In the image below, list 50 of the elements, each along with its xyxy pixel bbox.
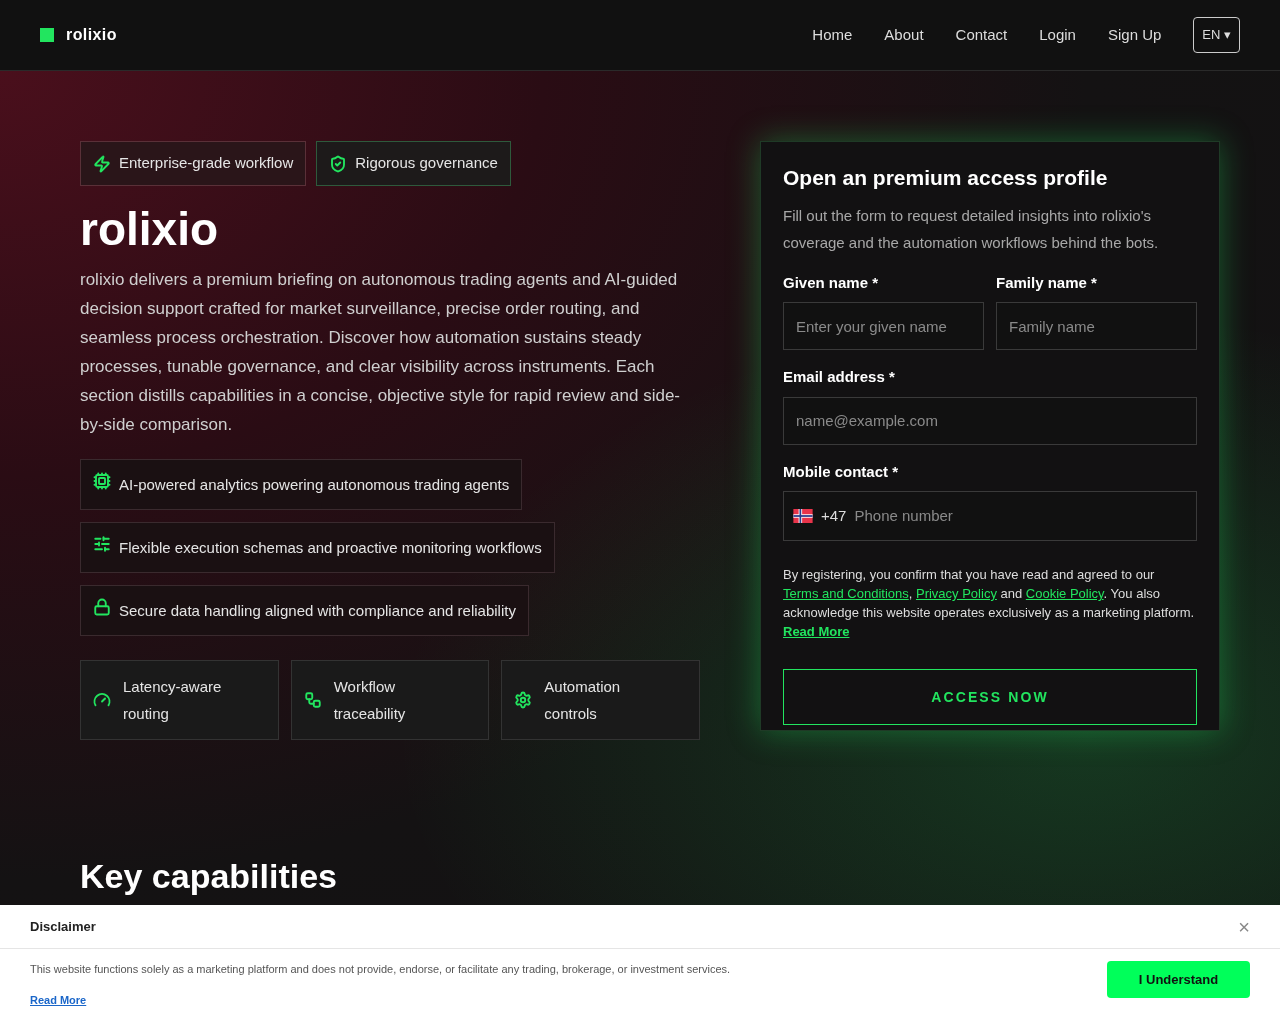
flag-icon bbox=[793, 509, 813, 523]
nav-link[interactable]: Contact bbox=[955, 23, 1008, 47]
logo-icon bbox=[40, 28, 54, 42]
disclaimer-text: This website functions solely as a marketing platform and does not provide, endorse, or facilitate any trading, brokerage, or investment services. bbox=[30, 962, 731, 977]
nav-link[interactable]: Sign Up bbox=[1107, 23, 1162, 47]
phone-field[interactable]: +47 Phone number bbox=[783, 491, 1197, 541]
input-field[interactable]: Family name bbox=[996, 302, 1197, 350]
understand-button[interactable]: I Understand bbox=[1107, 961, 1250, 998]
field-label: Email address * bbox=[783, 367, 896, 387]
sliders-icon bbox=[93, 535, 111, 554]
feature-text: Flexible execution schemas and proactive monitoring workflows bbox=[119, 538, 542, 559]
form-subtitle: Fill out the form to request detailed insights into rolixio's coverage and the automation workflows behind the bots. bbox=[783, 205, 1160, 253]
feature-text: AI-powered analytics powering autonomous trading agents bbox=[119, 475, 510, 496]
bolt-icon bbox=[93, 154, 111, 173]
policy-link[interactable]: Cookie Policy bbox=[1025, 586, 1104, 601]
policy-link[interactable]: Terms and Conditions bbox=[783, 586, 909, 601]
hero-description: rolixio delivers a premium briefing on autonomous trading agents and AI-guided decision support crafted for market surveillance, precise order routing, and seamless process orchestration. Discover how automation sustains steady processes, tunable governance, and clear visibility across instruments. Each section distills capabilities in a concise, objective style for rapid review and side-by-side comparison. bbox=[80, 269, 681, 437]
nav-link[interactable]: Login bbox=[1039, 23, 1076, 47]
lock-icon bbox=[93, 598, 111, 617]
input-field[interactable]: name@example.com bbox=[783, 396, 1197, 445]
tile-text: Workflow traceability bbox=[333, 677, 407, 725]
policy-link[interactable]: Privacy Policy bbox=[915, 586, 997, 601]
section-heading: Key capabilities bbox=[80, 856, 337, 897]
form-title: Open an premium access profile bbox=[783, 165, 1109, 191]
badge-text: Rigorous governance bbox=[355, 153, 498, 174]
tile-text: Automation controls bbox=[544, 677, 622, 725]
disclaimer-title: Disclaimer bbox=[30, 917, 96, 936]
badge-text: Enterprise-grade workflow bbox=[119, 153, 294, 174]
close-button[interactable]: × bbox=[1238, 916, 1250, 937]
phone-input[interactable]: Phone number bbox=[854, 504, 1187, 528]
field-label: Given name * bbox=[783, 272, 880, 293]
feature-text: Secure data handling aligned with compliance and reliability bbox=[119, 601, 516, 622]
read-more-link[interactable]: Read More bbox=[30, 991, 731, 1008]
shield-icon bbox=[329, 154, 348, 173]
field-label: Family name * bbox=[996, 272, 1098, 293]
field-label: Mobile contact * bbox=[783, 461, 899, 482]
chip-icon bbox=[93, 472, 111, 491]
input-field[interactable]: Enter your given name bbox=[783, 302, 984, 350]
hero-title: rolixio bbox=[80, 202, 220, 257]
language-button[interactable]: EN ▾ bbox=[1193, 17, 1240, 53]
nav-link[interactable]: About bbox=[884, 23, 924, 47]
tile-text: Latency-aware routing bbox=[123, 677, 223, 725]
access-button[interactable]: ACCESS NOW bbox=[783, 669, 1197, 725]
settings-icon bbox=[514, 691, 533, 710]
nav-link[interactable]: Home bbox=[812, 23, 853, 47]
brand-link[interactable]: rolixio bbox=[66, 23, 117, 47]
consent-text: By registering, you confirm that you have read and agreed to our Terms and Conditions, Privacy Policy and Cookie Policy. You also acknowledge this website operates exclusively as a marketing platform. Read More bbox=[783, 566, 1196, 641]
read-more-link[interactable]: Read More bbox=[783, 624, 850, 639]
country-code: +47 bbox=[821, 505, 847, 526]
flow-icon bbox=[303, 691, 322, 710]
